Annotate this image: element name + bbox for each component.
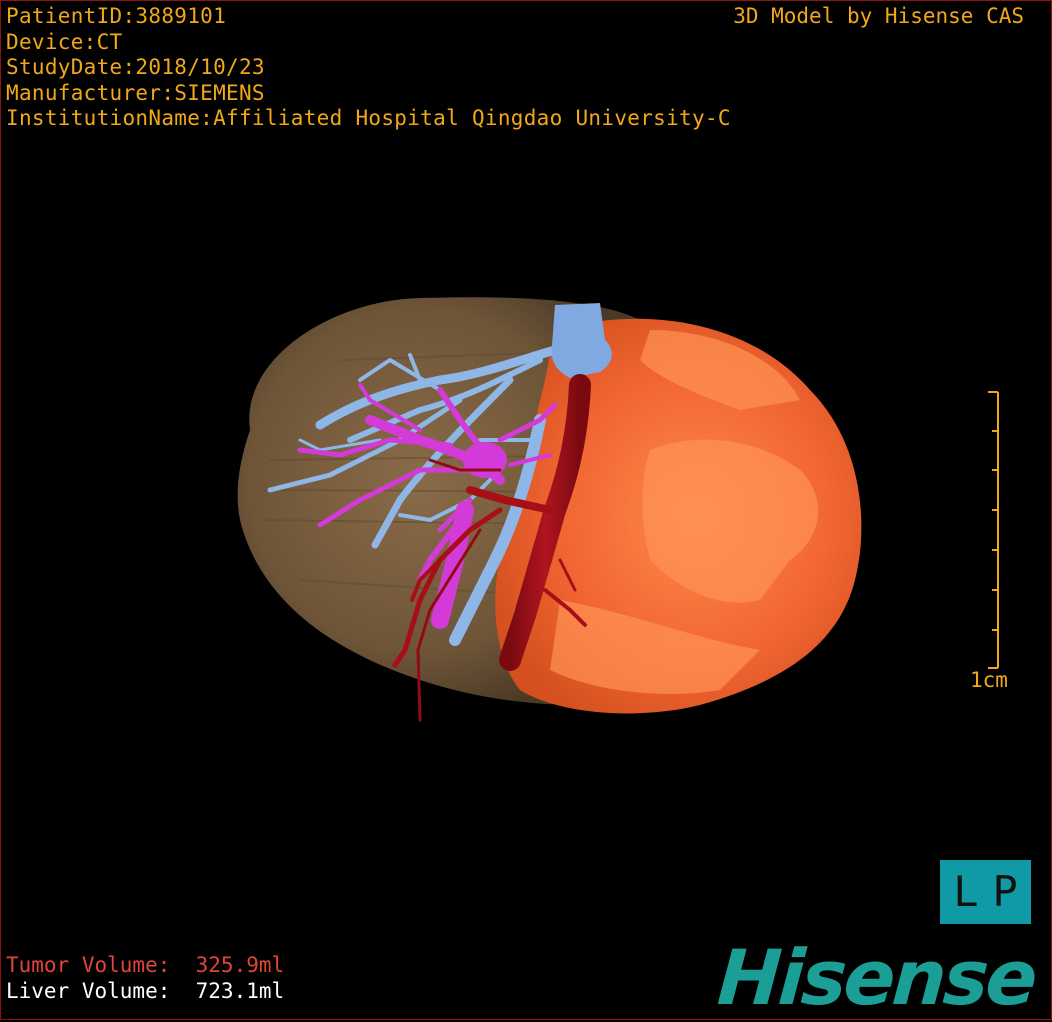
study-date: StudyDate:2018/10/23	[6, 55, 265, 79]
manufacturer: Manufacturer:SIEMENS	[6, 80, 265, 105]
model-credit: 3D Model by Hisense CAS	[733, 4, 1024, 28]
tumor-volume: Tumor Volume: 325.9ml	[6, 953, 285, 977]
liver-volume: Liver Volume: 723.1ml	[6, 979, 285, 1003]
dicom-info-panel: PatientID:3889101 Device:CT StudyDate:20…	[6, 4, 731, 132]
hisense-logo: Hisense	[714, 933, 1038, 1022]
volume-panel: Tumor Volume: 325.9ml Liver Volume: 723.…	[6, 952, 284, 1004]
institution-name: InstitutionName:Affiliated Hospital Qing…	[6, 106, 731, 130]
device: Device:CT	[6, 29, 123, 54]
orientation-marker[interactable]: L P	[940, 860, 1031, 924]
patient-id: PatientID:3889101	[6, 4, 227, 28]
scale-label: 1cm	[970, 668, 1008, 692]
orientation-right: P	[992, 867, 1018, 916]
3d-model-viewport[interactable]	[0, 0, 1052, 1020]
portal-confluence	[463, 442, 507, 478]
scale-bar	[988, 391, 999, 669]
orientation-left: L	[953, 867, 979, 916]
